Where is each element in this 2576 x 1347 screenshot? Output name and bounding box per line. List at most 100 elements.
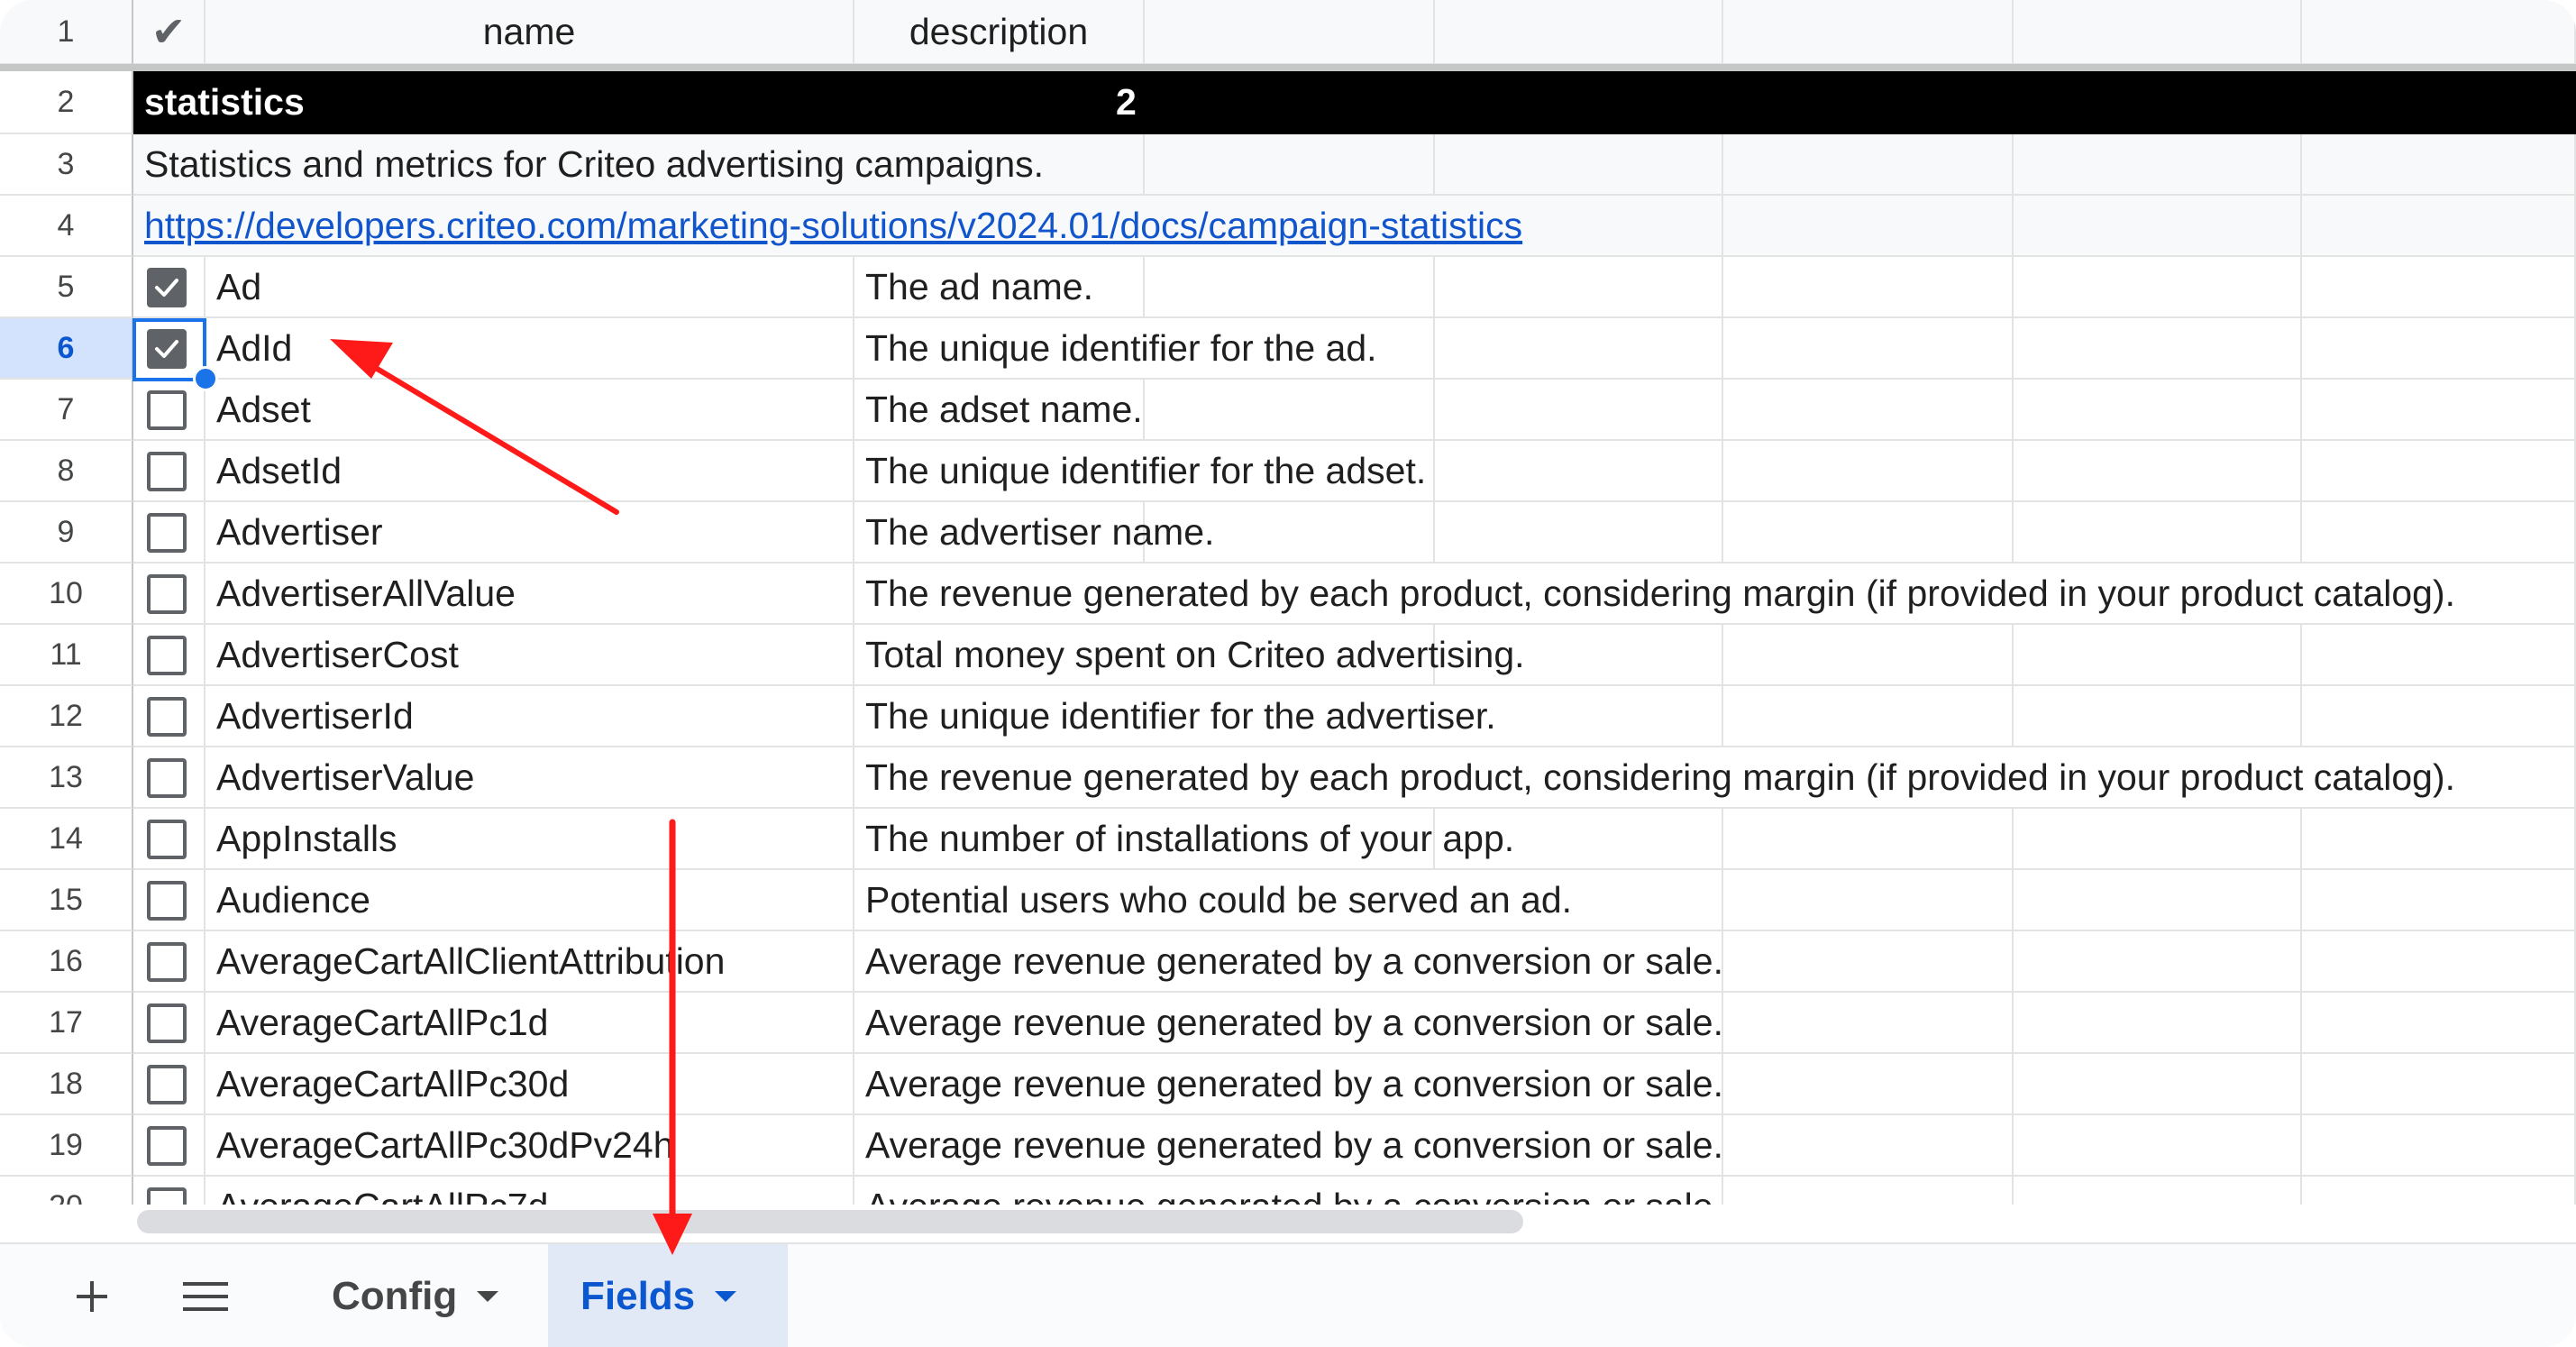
field-name[interactable]: AdvertiserCost	[206, 625, 854, 686]
empty-cell[interactable]	[2014, 1177, 2302, 1205]
field-description[interactable]: The ad name.	[854, 257, 1145, 318]
empty-cell[interactable]	[2302, 1115, 2576, 1177]
empty-cell[interactable]	[1435, 809, 1723, 870]
row-number[interactable]: 14	[0, 809, 133, 870]
empty-cell[interactable]	[2014, 196, 2302, 257]
field-name[interactable]: AdId	[206, 318, 854, 380]
dropdown-arrow-icon[interactable]	[477, 1291, 499, 1302]
fill-handle[interactable]	[193, 366, 218, 391]
tab-config[interactable]: Config	[299, 1244, 548, 1347]
field-description[interactable]: The number of installations of your app.	[854, 809, 1514, 870]
empty-cell[interactable]	[2014, 441, 2302, 502]
empty-cell[interactable]	[1145, 502, 1435, 564]
checkbox-unchecked[interactable]	[147, 1065, 187, 1104]
empty-cell[interactable]	[2014, 134, 2302, 196]
empty-cell[interactable]	[1723, 380, 2014, 441]
field-description[interactable]: The revenue generated by each product, c…	[854, 564, 2576, 625]
field-description[interactable]: Total money spent on Criteo advertising.	[854, 625, 1525, 686]
row-number[interactable]: 16	[0, 931, 133, 993]
field-description[interactable]: The unique identifier for the advertiser…	[854, 686, 1723, 747]
field-description[interactable]: Average revenue generated by a conversio…	[854, 1115, 1723, 1177]
row-number[interactable]: 20	[0, 1177, 133, 1205]
row-number[interactable]: 15	[0, 870, 133, 931]
checkbox-unchecked[interactable]	[147, 1126, 187, 1166]
all-sheets-button[interactable]	[173, 1264, 238, 1329]
doc-link[interactable]: https://developers.criteo.com/marketing-…	[144, 205, 1522, 247]
tab-fields[interactable]: Fields	[548, 1244, 788, 1347]
empty-cell[interactable]	[1723, 686, 2014, 747]
field-name[interactable]: AdvertiserId	[206, 686, 854, 747]
empty-header-cell[interactable]	[1435, 0, 1723, 65]
empty-cell[interactable]	[2014, 257, 2302, 318]
checkbox-unchecked[interactable]	[147, 881, 187, 921]
field-description[interactable]: The unique identifier for the ad.	[854, 318, 1435, 380]
doc-link-cell[interactable]: https://developers.criteo.com/marketing-…	[133, 196, 1723, 257]
checkbox-unchecked[interactable]	[147, 697, 187, 737]
empty-cell[interactable]	[2302, 134, 2576, 196]
empty-cell[interactable]	[2302, 809, 2576, 870]
empty-cell[interactable]	[2302, 686, 2576, 747]
field-name[interactable]: AverageCartAllPc30d	[206, 1054, 854, 1115]
empty-cell[interactable]	[1435, 318, 1723, 380]
empty-cell[interactable]	[2014, 1054, 2302, 1115]
row-number[interactable]: 13	[0, 747, 133, 809]
empty-cell[interactable]	[1723, 196, 2014, 257]
checkbox-unchecked[interactable]	[147, 513, 187, 553]
empty-cell[interactable]	[1723, 870, 2014, 931]
empty-cell[interactable]	[1145, 134, 1435, 196]
checkbox-unchecked[interactable]	[147, 942, 187, 982]
empty-cell[interactable]	[1723, 625, 2014, 686]
row-number[interactable]: 2	[0, 71, 133, 134]
empty-cell[interactable]	[1723, 1115, 2014, 1177]
empty-cell[interactable]	[2014, 993, 2302, 1054]
frozen-row-divider[interactable]	[0, 64, 2576, 71]
empty-cell[interactable]	[1723, 502, 2014, 564]
field-name[interactable]: AdvertiserValue	[206, 747, 854, 809]
empty-cell[interactable]	[1723, 257, 2014, 318]
row-number[interactable]: 5	[0, 257, 133, 318]
section-title[interactable]: statistics	[133, 71, 854, 134]
horizontal-scrollbar-thumb[interactable]	[137, 1210, 1523, 1233]
field-name[interactable]: Ad	[206, 257, 854, 318]
field-description[interactable]: The advertiser name.	[854, 502, 1214, 564]
field-name[interactable]: AppInstalls	[206, 809, 854, 870]
empty-cell[interactable]	[1435, 380, 1723, 441]
checkbox-checked[interactable]	[147, 268, 187, 307]
empty-cell[interactable]	[1435, 134, 1723, 196]
row-number[interactable]: 1	[0, 0, 133, 65]
field-description[interactable]: The unique identifier for the adset.	[854, 441, 1435, 502]
field-name[interactable]: AverageCartAllClientAttribution	[206, 931, 854, 993]
empty-cell[interactable]	[2014, 625, 2302, 686]
field-name[interactable]: AverageCartAllPc30dPv24h	[206, 1115, 854, 1177]
empty-cell[interactable]	[1723, 809, 2014, 870]
empty-cell[interactable]	[2014, 380, 2302, 441]
empty-cell[interactable]	[2014, 809, 2302, 870]
field-name[interactable]: AdsetId	[206, 441, 854, 502]
checkbox-unchecked[interactable]	[147, 636, 187, 675]
field-description[interactable]: Average revenue generated by a conversio…	[854, 1177, 1723, 1205]
section-count[interactable]: 2	[854, 71, 2576, 134]
empty-cell[interactable]	[1435, 625, 1723, 686]
empty-cell[interactable]	[2014, 1115, 2302, 1177]
name-column-header[interactable]: name	[206, 0, 854, 65]
empty-cell[interactable]	[2302, 441, 2576, 502]
description-column-header[interactable]: description	[854, 0, 1145, 65]
checkbox-unchecked[interactable]	[147, 574, 187, 614]
check-column-header[interactable]: ✔	[133, 0, 206, 65]
empty-cell[interactable]	[2302, 502, 2576, 564]
row-number[interactable]: 7	[0, 380, 133, 441]
empty-header-cell[interactable]	[2302, 0, 2576, 65]
field-description[interactable]: Average revenue generated by a conversio…	[854, 931, 1723, 993]
empty-cell[interactable]	[2302, 993, 2576, 1054]
row-number[interactable]: 18	[0, 1054, 133, 1115]
empty-cell[interactable]	[1723, 134, 2014, 196]
field-name[interactable]: Advertiser	[206, 502, 854, 564]
empty-cell[interactable]	[2014, 318, 2302, 380]
empty-cell[interactable]	[2014, 931, 2302, 993]
empty-cell[interactable]	[2302, 318, 2576, 380]
empty-cell[interactable]	[1145, 380, 1435, 441]
field-description[interactable]: The adset name.	[854, 380, 1145, 441]
empty-cell[interactable]	[2014, 870, 2302, 931]
empty-cell[interactable]	[2014, 686, 2302, 747]
empty-header-cell[interactable]	[1723, 0, 2014, 65]
